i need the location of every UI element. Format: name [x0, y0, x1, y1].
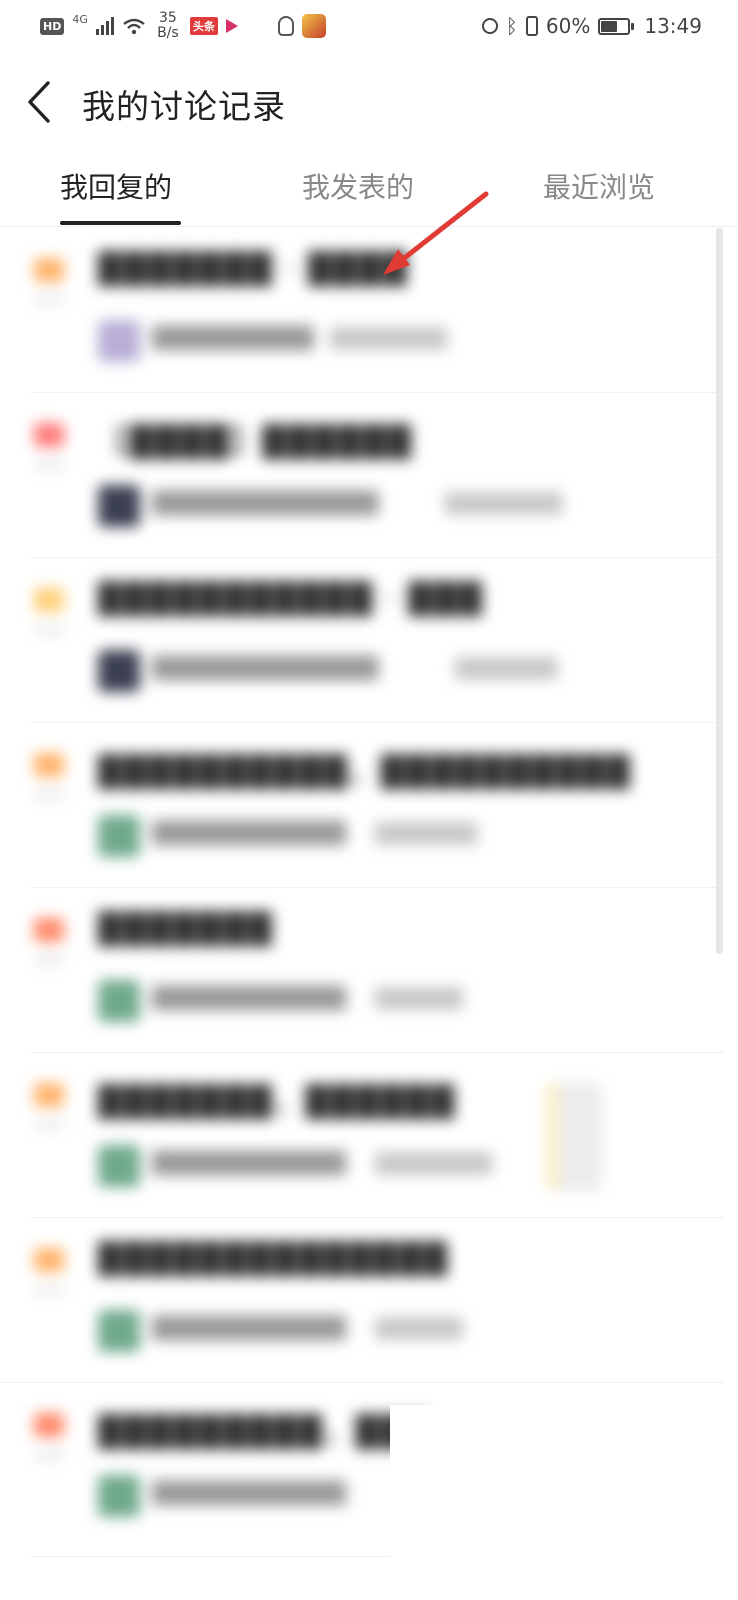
wifi-icon	[123, 18, 145, 35]
rank-badge	[34, 1083, 64, 1107]
avatar	[98, 485, 140, 527]
avatar	[98, 1310, 140, 1352]
avatar	[98, 320, 140, 362]
status-bar-right: ᛒ 60% 13:49	[481, 10, 702, 42]
battery-icon	[598, 17, 635, 35]
list-item[interactable]: ███████ ████████████ ██████	[0, 888, 724, 1053]
video-play-icon	[225, 19, 238, 33]
list-item[interactable]: ██████████████ ████████████ ██████	[0, 1218, 724, 1383]
list-item[interactable]: ██████████，██████████ ████████████ ███████	[0, 723, 724, 888]
rank-sublabel	[34, 294, 64, 306]
hd-icon: HD	[40, 17, 65, 35]
battery-percent: 60%	[545, 14, 591, 38]
back-button[interactable]	[22, 78, 62, 126]
rank-sublabel	[34, 459, 64, 471]
avatar	[98, 980, 140, 1022]
bluetooth-icon: ᛒ	[505, 14, 518, 38]
list-item-source: ████████████	[152, 1151, 346, 1175]
list-item-source: ████████████	[152, 821, 346, 845]
discussion-list: ███████ · ████ ██████████ ████████ 【████】██…	[0, 228, 724, 1557]
list-item-source: ████████████	[152, 1316, 346, 1340]
rank-sublabel	[34, 954, 64, 966]
signal-icon	[95, 17, 114, 35]
active-tab-indicator	[60, 221, 181, 225]
list-item-content: ███████████ · ███ ██████████████ ███████	[0, 558, 724, 723]
rank-badge	[34, 1413, 64, 1437]
status-bar: HD 4G 35 B/s 头条 ᛒ 60% 13:49	[0, 0, 738, 52]
scrollbar-track	[724, 228, 738, 1600]
list-item-time: ████████	[445, 493, 562, 515]
tab-my-replies[interactable]: 我回复的	[60, 166, 172, 206]
rank-badge	[34, 423, 64, 447]
list-item-title: ███████████ · ███	[98, 582, 484, 617]
scrollbar-thumb[interactable]	[716, 228, 723, 954]
list-item-title: ███████	[98, 912, 274, 947]
tab-recently-viewed[interactable]: 最近浏览	[543, 166, 655, 206]
list-item-title: ███████，██████	[98, 1085, 456, 1120]
list-item-time: ██████	[375, 1318, 463, 1340]
chevron-left-icon	[28, 81, 50, 123]
list-item-content: ███████ ████████████ ██████	[0, 888, 724, 1053]
rank-sublabel	[34, 1449, 64, 1461]
list-item[interactable]: ███████████ · ███ ██████████████ ███████	[0, 558, 724, 723]
list-item-title: ██████████，██████████	[98, 755, 632, 790]
avatar	[98, 1145, 140, 1187]
list-item-content: 【████】██████ ██████████████ ████████	[0, 393, 724, 558]
vibrate-icon	[525, 16, 538, 36]
rank-sublabel	[34, 1284, 64, 1296]
qq-icon	[277, 16, 294, 36]
list-item-content: ██████████，██████████ ████████████ ███████	[0, 723, 724, 888]
list-item-time: ████████	[375, 1153, 492, 1175]
list-item-title: ███████ · ████	[98, 252, 409, 287]
list-item[interactable]: ███████ · ████ ██████████ ████████	[0, 228, 724, 393]
thumbnail	[546, 1083, 602, 1191]
list-item[interactable]: ███████，██████ ████████████ ████████	[0, 1053, 724, 1218]
list-item-title: █████████，███	[98, 1415, 431, 1450]
list-item-source: ██████████████	[152, 491, 379, 515]
list-item-title: ██████████████	[98, 1242, 449, 1277]
game-icon	[301, 14, 326, 38]
app-header: 我的讨论记录	[0, 60, 738, 144]
avatar	[98, 815, 140, 857]
list-item-source: ██████████████	[152, 656, 379, 680]
rank-badge	[34, 588, 64, 612]
list-item[interactable]: 【████】██████ ██████████████ ████████	[0, 393, 724, 558]
speed-unit: B/s	[157, 25, 179, 41]
list-item-source: ████████████	[152, 986, 346, 1010]
list-item-time: ██████	[375, 988, 463, 1010]
rank-sublabel	[34, 1119, 64, 1131]
list-item-content: ██████████████ ████████████ ██████	[0, 1218, 724, 1383]
status-time: 13:49	[644, 14, 702, 38]
list-item-time: ███████	[455, 658, 558, 680]
avatar	[98, 650, 140, 692]
rank-sublabel	[34, 624, 64, 636]
list-item-content: ███████ · ████ ██████████ ████████	[0, 228, 724, 393]
avatar	[98, 1475, 140, 1517]
list-item-time: ███████	[375, 823, 478, 845]
tab-bar: 我回复的 我发表的 最近浏览	[0, 160, 738, 228]
speed-value: 35	[158, 10, 177, 26]
tabs-divider	[0, 226, 738, 227]
status-bar-left: HD 4G 35 B/s 头条	[40, 10, 326, 42]
battery-fill	[601, 20, 617, 32]
list-item-title: 【████】██████	[98, 425, 413, 460]
rank-badge	[34, 918, 64, 942]
network-speed: 35 B/s	[154, 11, 182, 41]
rank-badge	[34, 753, 64, 777]
image-occluder	[390, 1405, 738, 1600]
network-type-label: 4G	[72, 12, 88, 26]
rank-badge	[34, 1248, 64, 1272]
tab-my-posts[interactable]: 我发表的	[302, 166, 414, 206]
list-item-source: ██████████	[152, 326, 314, 350]
list-item-source: ████████████	[152, 1481, 346, 1505]
alarm-icon	[481, 18, 498, 34]
toutiao-icon: 头条	[189, 17, 218, 35]
list-item-time: ████████	[330, 328, 447, 350]
list-item-content: ███████，██████ ████████████ ████████	[0, 1053, 724, 1218]
rank-badge	[34, 258, 64, 282]
rank-sublabel	[34, 789, 64, 801]
page-title: 我的讨论记录	[82, 87, 286, 126]
